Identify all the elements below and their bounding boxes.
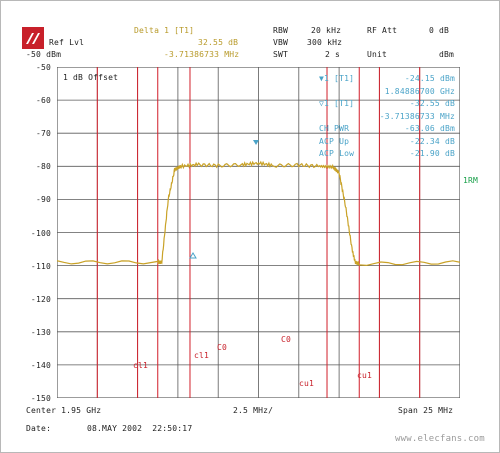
delta-marker-level: 32.55 dB — [198, 38, 239, 47]
y-axis-tick-label: -120 — [30, 294, 51, 304]
rf-att-label: RF Att — [367, 26, 398, 35]
date-value: 08.MAY 2002 22:50:17 — [87, 424, 193, 433]
channel-label: cu1 — [357, 371, 373, 380]
delta-marker-label: Delta 1 [T1] — [134, 26, 195, 35]
y-axis-tick-label: -140 — [30, 360, 51, 370]
channel-label: cl1 — [194, 351, 210, 360]
marker-panel-label: ▼1 [T1] — [319, 74, 355, 83]
y-axis-tick-label: -70 — [35, 129, 51, 139]
marker-panel-label: ▽1 [T1] — [319, 99, 355, 108]
marker-panel-label: ACP Low — [319, 149, 355, 158]
marker-panel-value: 1.84886700 GHz — [384, 86, 455, 96]
marker-panel-value: -32.55 dB — [409, 99, 455, 108]
unit-value: dBm — [439, 50, 455, 59]
marker-panel-label: ACP Up — [319, 136, 350, 146]
delta-marker-freq: -3.71386733 MHz — [164, 50, 240, 59]
vbw-value: 300 kHz — [307, 38, 343, 47]
ref-level-value: -50 dBm — [26, 50, 62, 59]
trace-mode-label: 1RM — [463, 176, 479, 185]
swt-label: SWT — [273, 50, 289, 59]
channel-label: cl1 — [133, 361, 149, 370]
rbw-value: 20 kHz — [311, 26, 342, 35]
span-value: Span 25 MHz — [398, 406, 454, 415]
date-label: Date: — [26, 424, 52, 433]
y-axis-tick-label: -150 — [30, 394, 51, 403]
marker-panel-value: -24.15 dBm — [404, 74, 455, 83]
channel-label: C0 — [281, 335, 292, 344]
rohde-schwarz-logo — [22, 27, 44, 49]
swt-value: 2 s — [325, 50, 341, 59]
vbw-label: VBW — [273, 38, 289, 47]
marker-panel-value: -3.71386733 MHz — [379, 111, 455, 121]
y-axis-tick-label: -100 — [30, 228, 51, 238]
marker-panel-value: -63.06 dBm — [404, 124, 455, 133]
ref-level-label: Ref Lvl — [49, 38, 85, 47]
marker-panel-value: -21.90 dB — [409, 149, 455, 158]
center-frequency: Center 1.95 GHz — [26, 406, 102, 415]
y-axis-tick-label: -80 — [35, 162, 51, 172]
y-axis-tick-label: -130 — [30, 327, 51, 337]
marker-panel-value: -22.34 dB — [409, 136, 455, 146]
y-axis-tick-label: -60 — [35, 96, 51, 106]
y-axis-tick-label: -90 — [35, 195, 51, 205]
y-axis-tick-label: -110 — [30, 261, 51, 271]
y-axis-tick-label: -50 — [35, 63, 51, 72]
offset-label: 1 dB Offset — [63, 73, 119, 82]
channel-label: cu1 — [299, 379, 315, 388]
marker-panel-label: CH PWR — [319, 124, 350, 133]
unit-label: Unit — [367, 50, 388, 59]
watermark: www.elecfans.com — [395, 434, 485, 444]
rf-att-value: 0 dB — [429, 26, 450, 35]
rbw-label: RBW — [273, 26, 289, 35]
channel-label: C0 — [217, 343, 228, 352]
analyzer-screen: Delta 1 [T1] 32.55 dB -3.71386733 MHz Re… — [0, 0, 500, 453]
span-per-division: 2.5 MHz/ — [233, 406, 274, 415]
